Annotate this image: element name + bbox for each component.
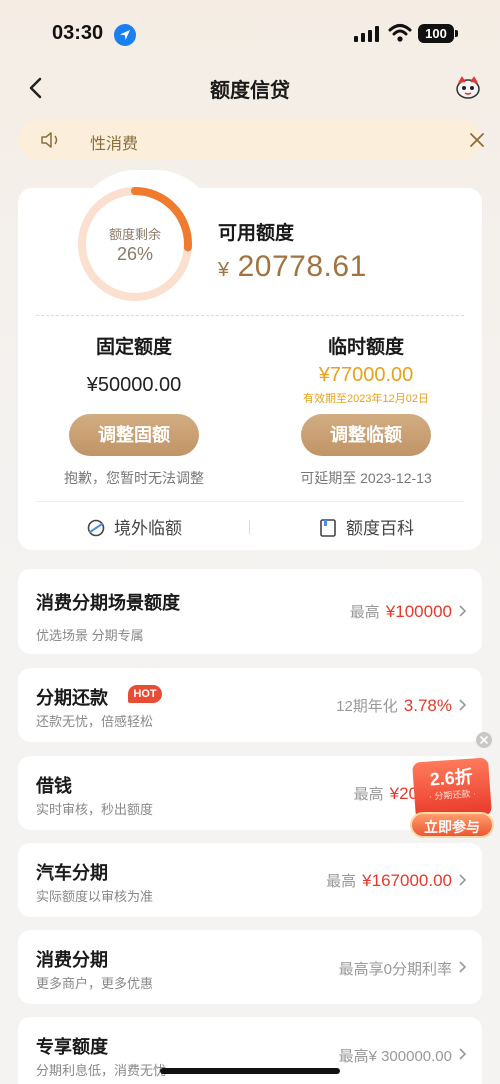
encyclopedia-label: 额度百科	[346, 519, 414, 538]
temp-quota-title: 临时额度	[327, 337, 404, 358]
hot-badge: HOT	[128, 685, 162, 703]
row-title: 专享额度	[36, 1037, 108, 1057]
row-title: 消费分期	[36, 950, 108, 970]
notice-banner[interactable]: 性消费	[18, 120, 484, 160]
temp-quota-amount: ¥77000.00	[318, 364, 414, 386]
close-icon[interactable]	[466, 129, 488, 151]
available-quota-amount: ¥20778.61	[218, 250, 367, 284]
assistant-robot-icon[interactable]	[454, 74, 482, 102]
nav-bar: 额度信贷	[0, 66, 500, 110]
row-value-prefix: 最高	[338, 1048, 369, 1065]
book-icon	[320, 519, 336, 537]
temp-quota-validity: 有效期至2023年12月02日	[303, 393, 429, 405]
dashed-divider	[36, 315, 464, 316]
row-value-prefix: 12期年化	[336, 698, 398, 715]
status-time: 03:30	[52, 22, 104, 44]
row-value-amount: ¥100000	[385, 602, 452, 621]
page-title: 额度信贷	[210, 80, 290, 102]
row-title: 消费分期场景额度	[36, 593, 180, 613]
row-title: 借钱	[36, 776, 72, 796]
floating-promo[interactable]: 2.6折 · 分期还款 · 立即参与	[410, 732, 498, 842]
gauge-percent: 26%	[116, 244, 154, 264]
row-value: 最高享0分期利率	[339, 958, 452, 979]
row-subtitle: 更多商户，更多优惠	[36, 976, 154, 991]
available-quota-label: 可用额度	[218, 223, 295, 244]
row-value: 最高¥ 300000.00	[339, 1045, 452, 1066]
row-value-prefix: 最高	[349, 604, 380, 621]
quota-card: 额度剩余 26% 可用额度 ¥20778.61 固定额度 ¥50000.00 调…	[18, 170, 482, 550]
chevron-right-icon	[459, 605, 467, 617]
card-divider	[36, 501, 464, 502]
row-subtitle: 实时审核，秒出额度	[36, 802, 154, 817]
promo-join-button[interactable]: 立即参与	[410, 812, 494, 838]
row-value: 最高 ¥167000.00	[326, 870, 452, 891]
quota-encyclopedia-link[interactable]: 额度百科	[250, 514, 482, 539]
chevron-right-icon	[459, 961, 467, 973]
row-value: 最高 ¥100000	[350, 601, 452, 622]
list-item-installment-repayment[interactable]: 分期还款 HOT 还款无忧，倍感轻松 12期年化 3.78%	[18, 668, 482, 742]
row-value-amount: ¥167000.00	[362, 871, 452, 890]
row-value: 最高 ¥20	[354, 783, 418, 804]
fixed-quota-title: 固定额度	[95, 337, 172, 358]
overseas-label: 境外临额	[114, 519, 182, 538]
chevron-right-icon	[459, 874, 467, 886]
row-subtitle: 分期利息低，消费无忧	[36, 1063, 167, 1078]
row-subtitle: 实际额度以审核为准	[36, 889, 154, 904]
notice-text: 性消费	[90, 136, 139, 153]
row-subtitle: 还款无忧，倍感轻松	[36, 714, 154, 729]
row-subtitle: 优选场景 分期专属	[36, 628, 144, 643]
gauge-label: 额度剩余	[108, 227, 161, 242]
list-item-consumer-installment[interactable]: 消费分期 更多商户，更多优惠 最高享0分期利率	[18, 930, 482, 1004]
row-value-amount: 3.78%	[403, 696, 452, 715]
temp-quota-note: 可延期至 2023-12-13	[300, 470, 432, 486]
wifi-icon	[388, 24, 412, 42]
overseas-temp-quota-link[interactable]: 境外临额	[18, 514, 250, 539]
row-value-amount: ¥ 300000.00	[368, 1048, 452, 1065]
battery-icon: 100	[418, 24, 458, 43]
adjust-fixed-button[interactable]: 调整固额	[69, 414, 199, 456]
close-icon	[480, 736, 488, 744]
row-value-prefix: 最高享0分期利率	[338, 961, 452, 978]
fixed-quota-note: 抱歉，您暂时无法调整	[64, 470, 204, 486]
location-arrow-icon	[114, 24, 136, 46]
status-bar: 03:30 100	[0, 0, 500, 66]
chevron-right-icon	[459, 699, 467, 711]
home-indicator	[160, 1068, 340, 1074]
list-item-scene-installment[interactable]: 消费分期场景额度 优选场景 分期专属 最高 ¥100000	[18, 569, 482, 654]
fixed-quota-amount: ¥50000.00	[86, 374, 182, 396]
row-value-prefix: 最高	[326, 873, 357, 890]
currency-symbol: ¥	[218, 259, 230, 281]
row-value: 12期年化 3.78%	[336, 695, 452, 716]
globe-plane-icon	[87, 519, 105, 537]
adjust-temp-button[interactable]: 调整临额	[301, 414, 431, 456]
row-title: 汽车分期	[36, 863, 108, 883]
chevron-right-icon	[459, 1048, 467, 1060]
available-amount-value: 20778.61	[237, 250, 367, 283]
row-value-prefix: 最高	[353, 786, 384, 803]
list-item-car-installment[interactable]: 汽车分期 实际额度以审核为准 最高 ¥167000.00	[18, 843, 482, 917]
speaker-icon	[41, 132, 58, 148]
cellular-signal-icon	[354, 26, 380, 42]
promo-close-button[interactable]	[476, 732, 492, 748]
row-title: 分期还款	[36, 688, 108, 708]
